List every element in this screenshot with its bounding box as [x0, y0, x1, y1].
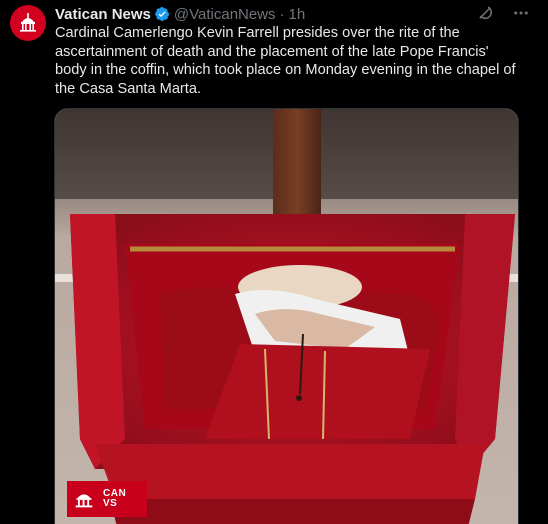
coffin-photo [55, 109, 518, 524]
vatican-logo-icon [75, 494, 93, 508]
handle[interactable]: @VaticanNews [174, 6, 276, 23]
vatican-logo-icon [20, 13, 36, 32]
header-actions [476, 4, 530, 22]
vatican-media-logo: CAN VS [67, 481, 147, 517]
timestamp[interactable]: 1h [289, 6, 306, 23]
verified-badge-icon[interactable] [154, 6, 170, 22]
tweet-text: Cardinal Camerlengo Kevin Farrell presid… [55, 25, 516, 97]
tweet-header: Vatican News @VaticanNews · 1h [55, 4, 305, 24]
grok-icon[interactable] [476, 4, 494, 22]
logo-text-2: VS [103, 498, 118, 509]
tweet-media-image[interactable]: CAN VS [54, 108, 519, 524]
separator-dot: · [279, 5, 285, 23]
more-icon[interactable] [512, 4, 530, 22]
avatar[interactable] [10, 5, 46, 41]
display-name[interactable]: Vatican News [55, 6, 151, 23]
tweet[interactable]: Vatican News @VaticanNews · 1h Cardinal … [0, 0, 548, 524]
